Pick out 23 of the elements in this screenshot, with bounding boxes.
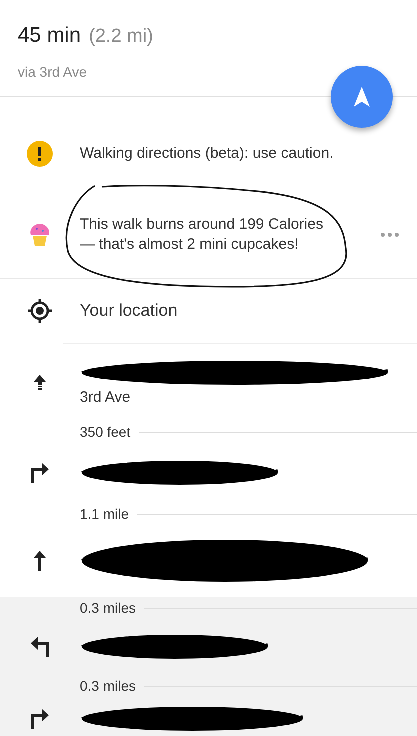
- straight-arrow-icon: [34, 551, 46, 571]
- step-distance: 350 feet: [80, 422, 132, 442]
- direction-step-row[interactable]: [0, 697, 417, 736]
- step-distance: 1.1 mile: [80, 504, 130, 524]
- turn-left-icon: [31, 637, 49, 657]
- notice-text: Walking directions (beta): use caution.: [80, 144, 334, 164]
- origin-label: Your location: [80, 300, 178, 322]
- location-target-icon: [27, 298, 53, 324]
- step-distance: 0.3 miles: [80, 676, 138, 696]
- step-distance: 0.3 miles: [80, 598, 138, 618]
- turn-right-icon: [31, 463, 49, 483]
- duration-text: 45 min: [18, 23, 82, 49]
- route-via-text: via 3rd Ave: [18, 62, 88, 82]
- turn-right-icon: [31, 708, 49, 728]
- navigation-arrow-icon: [354, 87, 370, 107]
- straight-arrow-icon: [34, 374, 46, 390]
- warning-icon: [27, 141, 53, 167]
- street-name: 3rd Ave: [80, 388, 132, 408]
- distance-text: (2.2 mi): [89, 25, 154, 49]
- more-options-icon[interactable]: [381, 233, 399, 237]
- cupcake-icon: [29, 223, 51, 247]
- navigate-button[interactable]: [331, 66, 393, 128]
- notice-text: This walk burns around 199 Calories — that's almost 2 mini cupcakes!: [80, 215, 324, 255]
